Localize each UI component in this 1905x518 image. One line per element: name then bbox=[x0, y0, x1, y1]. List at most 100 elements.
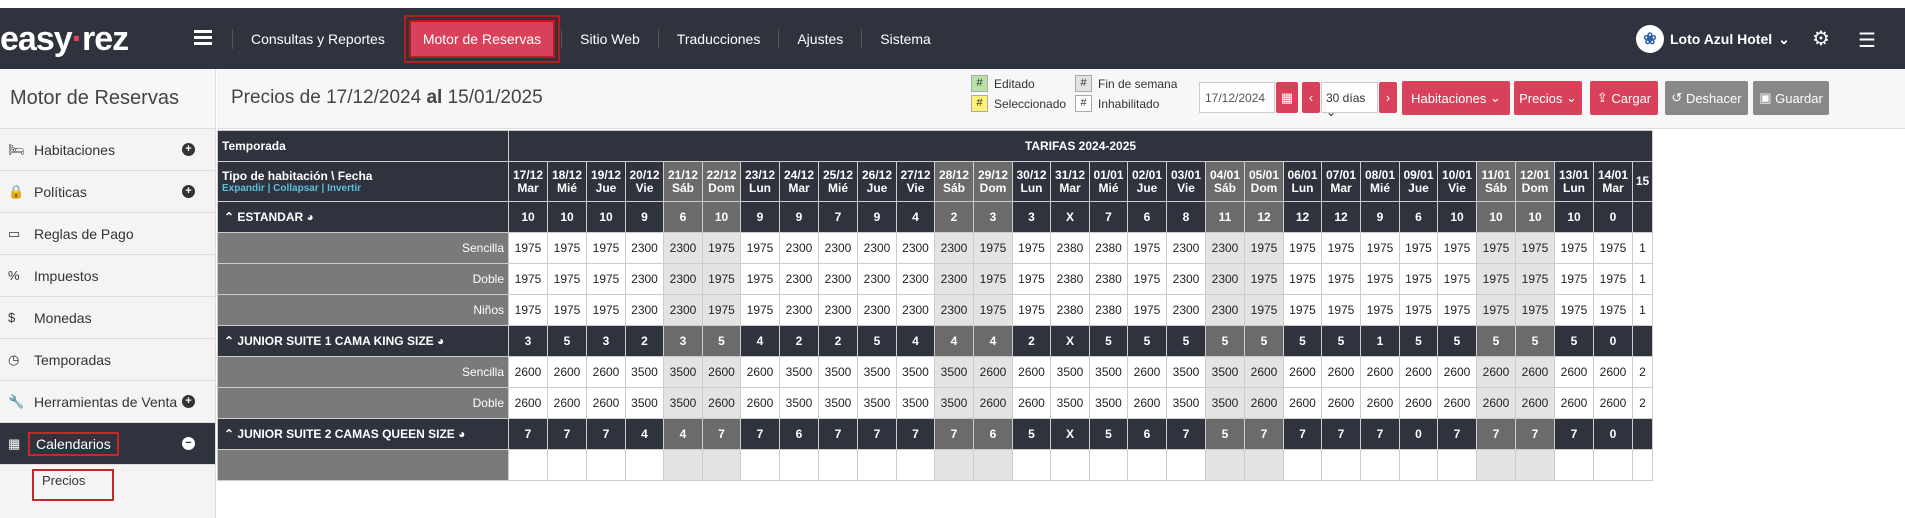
price-cell[interactable]: 3500 bbox=[934, 356, 974, 388]
price-cell[interactable]: 1975 bbox=[740, 232, 780, 264]
price-cell[interactable]: 1975 bbox=[1360, 294, 1400, 326]
price-cell[interactable]: 3500 bbox=[818, 356, 858, 388]
expand-link[interactable]: Expandir bbox=[222, 183, 265, 194]
price-cell[interactable]: 2300 bbox=[934, 263, 974, 295]
date-header[interactable]: 20/12 Vie bbox=[625, 161, 664, 202]
availability-cell[interactable]: 2 bbox=[625, 325, 664, 357]
price-cell[interactable]: 2600 bbox=[1360, 356, 1400, 388]
availability-cell[interactable]: 2 bbox=[818, 325, 858, 357]
availability-cell[interactable]: 7 bbox=[1437, 418, 1477, 450]
price-cell[interactable]: 2600 bbox=[508, 387, 548, 419]
price-cell[interactable]: 3500 bbox=[625, 387, 664, 419]
price-cell[interactable] bbox=[702, 449, 741, 481]
price-cell[interactable]: 2600 bbox=[1515, 387, 1555, 419]
chevron-up-icon[interactable]: ⌃ bbox=[224, 334, 234, 348]
price-cell[interactable]: 2300 bbox=[1205, 294, 1245, 326]
date-header[interactable]: 07/01 Mar bbox=[1321, 161, 1361, 202]
availability-cell[interactable]: 5 bbox=[1515, 325, 1555, 357]
availability-cell[interactable]: 7 bbox=[818, 201, 858, 233]
date-header[interactable]: 17/12 Mar bbox=[508, 161, 548, 202]
date-header[interactable]: 03/01 Vie bbox=[1166, 161, 1206, 202]
price-cell[interactable]: 2300 bbox=[1166, 232, 1206, 264]
price-cell[interactable]: 2300 bbox=[896, 232, 935, 264]
price-cell[interactable]: 3500 bbox=[1050, 356, 1090, 388]
availability-cell[interactable]: 3 bbox=[663, 325, 703, 357]
price-cell[interactable]: 2300 bbox=[934, 294, 974, 326]
price-cell[interactable]: 1975 bbox=[1437, 294, 1477, 326]
availability-cell[interactable]: 12 bbox=[1321, 201, 1361, 233]
price-cell[interactable]: 3500 bbox=[1166, 356, 1206, 388]
availability-cell[interactable]: 0 bbox=[1593, 325, 1633, 357]
availability-cell[interactable]: 7 bbox=[508, 418, 548, 450]
price-cell[interactable]: 2600 bbox=[702, 387, 741, 419]
date-header[interactable]: 01/01 Mié bbox=[1089, 161, 1128, 202]
availability-cell[interactable]: 7 bbox=[740, 418, 780, 450]
price-cell[interactable]: 1975 bbox=[1593, 263, 1633, 295]
availability-cell[interactable]: 4 bbox=[896, 201, 935, 233]
price-cell[interactable]: 3500 bbox=[1166, 387, 1206, 419]
price-cell[interactable]: 1975 bbox=[1554, 294, 1594, 326]
price-cell[interactable]: 2300 bbox=[625, 294, 664, 326]
price-cell[interactable]: 2380 bbox=[1050, 294, 1090, 326]
price-cell[interactable]: 2300 bbox=[818, 263, 858, 295]
availability-cell[interactable] bbox=[1632, 201, 1653, 233]
price-cell[interactable]: 2 bbox=[1632, 387, 1653, 419]
price-cell[interactable] bbox=[1476, 449, 1516, 481]
price-cell[interactable]: 2300 bbox=[857, 263, 897, 295]
availability-cell[interactable]: 5 bbox=[1012, 418, 1051, 450]
start-date-input[interactable]: 17/12/2024 bbox=[1199, 82, 1275, 113]
nav-sitio-web[interactable]: Sitio Web bbox=[561, 28, 658, 49]
availability-cell[interactable]: 7 bbox=[1554, 418, 1594, 450]
sidebar-sub-precios[interactable]: Precios bbox=[0, 465, 215, 505]
price-cell[interactable] bbox=[857, 449, 897, 481]
availability-cell[interactable]: 9 bbox=[779, 201, 819, 233]
undo-button[interactable]: ↺ Deshacer bbox=[1665, 81, 1748, 115]
price-cell[interactable]: 3500 bbox=[1050, 387, 1090, 419]
availability-cell[interactable]: 4 bbox=[663, 418, 703, 450]
availability-cell[interactable]: 5 bbox=[1089, 325, 1128, 357]
price-cell[interactable]: 2300 bbox=[934, 232, 974, 264]
price-cell[interactable]: 1975 bbox=[1360, 263, 1400, 295]
availability-cell[interactable]: 5 bbox=[547, 325, 587, 357]
price-cell[interactable]: 1975 bbox=[1012, 294, 1051, 326]
sidebar-item-reglas-de-pago[interactable]: ▭ Reglas de Pago bbox=[0, 213, 215, 255]
price-cell[interactable]: 2380 bbox=[1089, 294, 1128, 326]
price-cell[interactable]: 2600 bbox=[1283, 356, 1322, 388]
price-cell[interactable]: 3500 bbox=[1205, 387, 1245, 419]
price-cell[interactable]: 3500 bbox=[779, 356, 819, 388]
price-cell[interactable]: 2600 bbox=[586, 387, 626, 419]
availability-cell[interactable]: 11 bbox=[1205, 201, 1245, 233]
price-cell[interactable]: 1975 bbox=[547, 232, 587, 264]
availability-cell[interactable]: 0 bbox=[1593, 201, 1633, 233]
price-cell[interactable]: 2600 bbox=[973, 356, 1013, 388]
price-cell[interactable]: 2600 bbox=[1321, 387, 1361, 419]
expand-icon[interactable]: + bbox=[182, 143, 195, 156]
date-header[interactable]: 08/01 Mié bbox=[1360, 161, 1400, 202]
price-cell[interactable]: 1975 bbox=[1476, 294, 1516, 326]
price-cell[interactable]: 2600 bbox=[1437, 387, 1477, 419]
availability-cell[interactable]: 1 bbox=[1360, 325, 1400, 357]
price-cell[interactable]: 2300 bbox=[1166, 263, 1206, 295]
price-cell[interactable]: 2380 bbox=[1089, 263, 1128, 295]
availability-cell[interactable]: 0 bbox=[1399, 418, 1438, 450]
price-cell[interactable]: 2600 bbox=[1593, 356, 1633, 388]
price-cell[interactable]: 1975 bbox=[586, 294, 626, 326]
availability-cell[interactable]: 9 bbox=[740, 201, 780, 233]
availability-cell[interactable]: 3 bbox=[1012, 201, 1051, 233]
date-header[interactable]: 13/01 Lun bbox=[1554, 161, 1594, 202]
price-cell[interactable]: 1975 bbox=[1127, 263, 1167, 295]
price-cell[interactable] bbox=[1050, 449, 1090, 481]
price-cell[interactable]: 2600 bbox=[1476, 356, 1516, 388]
price-cell[interactable]: 1975 bbox=[1515, 294, 1555, 326]
sidebar-item-temporadas[interactable]: ◷ Temporadas bbox=[0, 339, 215, 381]
availability-cell[interactable]: X bbox=[1050, 201, 1090, 233]
price-cell[interactable] bbox=[1515, 449, 1555, 481]
price-cell[interactable]: 1975 bbox=[740, 263, 780, 295]
price-cell[interactable]: 2300 bbox=[663, 263, 703, 295]
nav-consultas[interactable]: Consultas y Reportes bbox=[232, 28, 403, 49]
availability-cell[interactable]: 10 bbox=[547, 201, 587, 233]
price-cell[interactable]: 2300 bbox=[857, 232, 897, 264]
availability-cell[interactable]: 7 bbox=[1166, 418, 1206, 450]
price-cell[interactable] bbox=[625, 449, 664, 481]
price-cell[interactable] bbox=[547, 449, 587, 481]
